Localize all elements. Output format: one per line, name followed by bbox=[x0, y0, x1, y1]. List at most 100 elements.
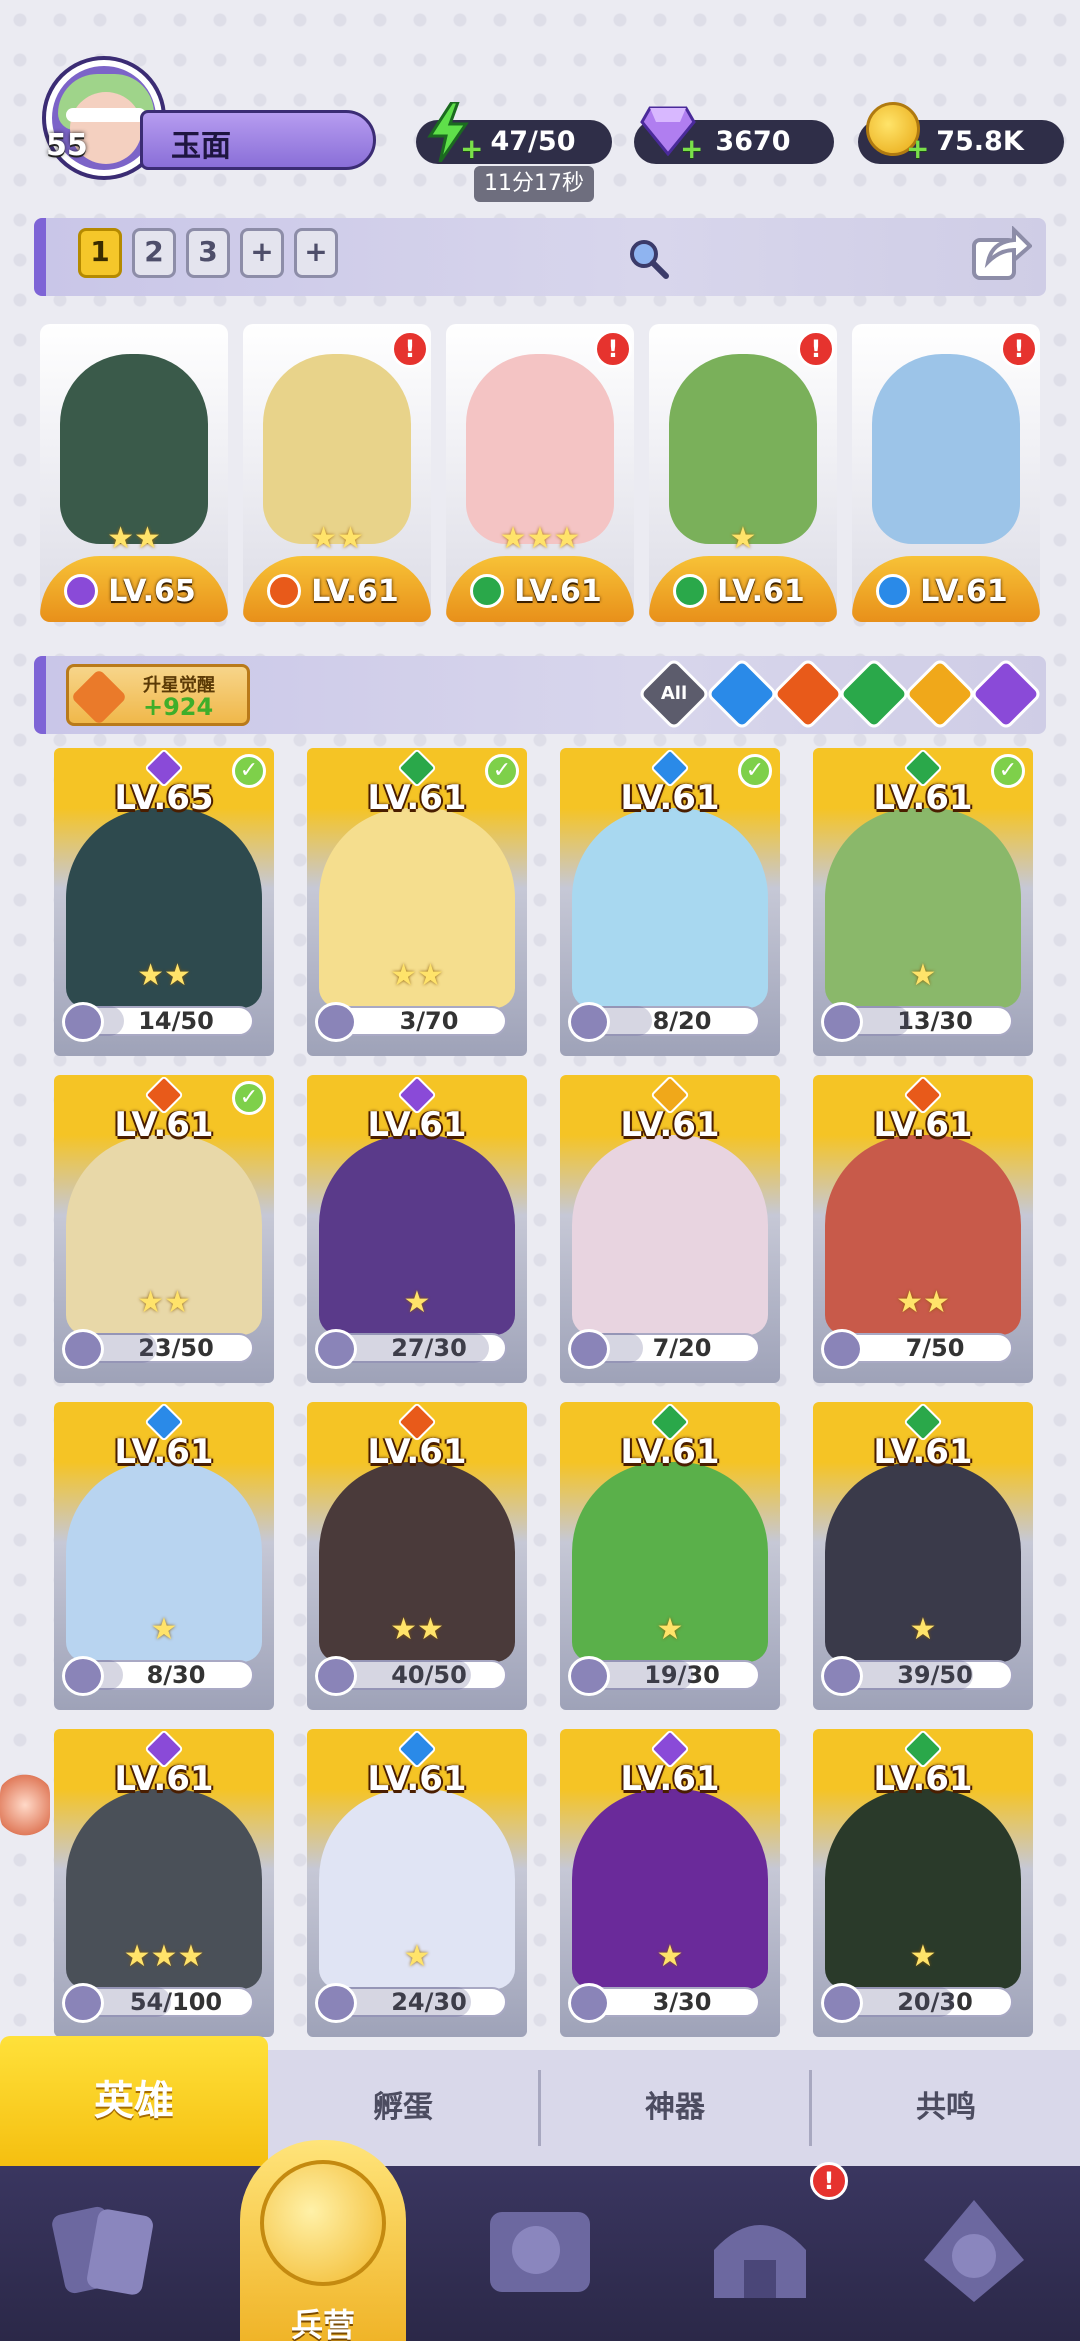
map-icon[interactable] bbox=[480, 2190, 600, 2310]
hero-portrait bbox=[872, 354, 1020, 544]
hero-stars: ★★ bbox=[390, 1612, 444, 1647]
team-hero-card[interactable]: ★★ LV.65 bbox=[40, 324, 228, 622]
team-tab-2[interactable]: 2 bbox=[132, 228, 176, 278]
element-nature-icon bbox=[673, 574, 707, 608]
hero-card[interactable]: LV.61 ★ 24/30 bbox=[307, 1729, 527, 2037]
shard-icon bbox=[821, 1983, 863, 2023]
team-hero-card[interactable]: ★ LV.61 bbox=[649, 324, 837, 622]
team-hero-card[interactable]: LV.61 bbox=[852, 324, 1040, 622]
hero-card[interactable]: ✓ LV.61 ★ 13/30 bbox=[813, 748, 1033, 1056]
shard-icon bbox=[821, 1656, 863, 1696]
hero-card[interactable]: ✓ LV.65 ★★ 14/50 bbox=[54, 748, 274, 1056]
search-icon[interactable] bbox=[626, 236, 670, 280]
shard-icon bbox=[315, 1656, 357, 1696]
gem-add-icon[interactable]: + bbox=[680, 135, 703, 163]
team-tab-add-2[interactable]: + bbox=[294, 228, 338, 278]
hero-card[interactable]: LV.61 7/20 bbox=[560, 1075, 780, 1383]
shard-icon bbox=[62, 1002, 104, 1042]
hero-card[interactable]: LV.61 ★★ 40/50 bbox=[307, 1402, 527, 1710]
hero-card[interactable]: ✓ LV.61 8/20 bbox=[560, 748, 780, 1056]
team-tab-add-1[interactable]: + bbox=[240, 228, 284, 278]
hero-stars: ★ bbox=[729, 521, 757, 556]
element-water-icon bbox=[876, 574, 910, 608]
hero-level: LV.61 bbox=[114, 1105, 214, 1145]
hero-level: LV.61 bbox=[367, 1105, 467, 1145]
hero-stars: ★ bbox=[150, 1612, 178, 1647]
hero-level: LV.61 bbox=[620, 778, 720, 818]
hero-portrait bbox=[466, 354, 614, 544]
shard-icon bbox=[315, 1983, 357, 2023]
hero-level: LV.61 bbox=[873, 1432, 973, 1472]
sword-icon bbox=[70, 668, 128, 726]
shard-icon bbox=[62, 1983, 104, 2023]
team-hero-card[interactable]: ★★ LV.61 bbox=[243, 324, 431, 622]
hero-stars: ★ bbox=[656, 1612, 684, 1647]
tab-artifact[interactable]: 神器 bbox=[541, 2050, 809, 2166]
awaken-count: +924 bbox=[143, 693, 214, 721]
shard-icon bbox=[568, 1656, 610, 1696]
hero-card[interactable]: ✓ LV.61 ★★ 23/50 bbox=[54, 1075, 274, 1383]
hero-level: LV.61 bbox=[873, 1105, 973, 1145]
tab-heroes[interactable]: 英雄 bbox=[0, 2036, 268, 2166]
gold-add-icon[interactable]: + bbox=[906, 135, 929, 163]
hero-card[interactable]: LV.61 ★★ 7/50 bbox=[813, 1075, 1033, 1383]
team-tab-3[interactable]: 3 bbox=[186, 228, 230, 278]
alert-badge: ! bbox=[391, 330, 429, 368]
alert-badge: ! bbox=[1000, 330, 1038, 368]
hero-stars: ★ bbox=[909, 958, 937, 993]
shard-icon bbox=[62, 1656, 104, 1696]
hero-portrait bbox=[60, 354, 208, 544]
floating-pet-icon[interactable] bbox=[0, 1770, 50, 1840]
energy-add-icon[interactable]: + bbox=[460, 135, 483, 163]
avatar-headband bbox=[66, 108, 146, 122]
hero-level: LV.65 bbox=[114, 778, 214, 818]
star-awaken-button[interactable]: 升星觉醒 +924 bbox=[66, 664, 250, 726]
hero-portrait bbox=[572, 1135, 768, 1335]
hero-card[interactable]: LV.61 ★ 19/30 bbox=[560, 1402, 780, 1710]
hero-level: LV.61 bbox=[114, 1759, 214, 1799]
hero-stars: ★★ bbox=[390, 958, 444, 993]
shard-icon bbox=[568, 1002, 610, 1042]
guild-icon[interactable] bbox=[914, 2190, 1034, 2310]
hero-stars: ★★ bbox=[107, 521, 161, 556]
player-name-bar[interactable]: 玉面 bbox=[140, 110, 376, 170]
team-tab-1[interactable]: 1 bbox=[78, 228, 122, 278]
hero-stars: ★ bbox=[656, 1939, 684, 1974]
shard-icon bbox=[821, 1002, 863, 1042]
hero-level: LV.61 bbox=[367, 1432, 467, 1472]
player-level: 55 bbox=[46, 128, 88, 163]
element-fire-icon bbox=[267, 574, 301, 608]
hero-stars: ★★ bbox=[137, 1285, 191, 1320]
tab-resonance[interactable]: 共鸣 bbox=[812, 2050, 1080, 2166]
barracks-icon bbox=[260, 2160, 386, 2286]
hero-card[interactable]: LV.61 ★ 39/50 bbox=[813, 1402, 1033, 1710]
element-dark-icon bbox=[64, 574, 98, 608]
shard-icon bbox=[568, 1983, 610, 2023]
hero-stars: ★★★ bbox=[123, 1939, 205, 1974]
cards-icon[interactable] bbox=[44, 2190, 164, 2310]
alert-badge: ! bbox=[594, 330, 632, 368]
hero-stars: ★ bbox=[403, 1939, 431, 1974]
player-name: 玉面 bbox=[171, 129, 231, 164]
hero-card[interactable]: LV.61 ★ 27/30 bbox=[307, 1075, 527, 1383]
hero-level: LV.61 bbox=[873, 1759, 973, 1799]
shard-icon bbox=[315, 1002, 357, 1042]
hero-card[interactable]: LV.61 ★ 20/30 bbox=[813, 1729, 1033, 2037]
share-icon[interactable] bbox=[970, 226, 1032, 282]
hero-stars: ★ bbox=[909, 1612, 937, 1647]
hero-card[interactable]: ✓ LV.61 ★★ 3/70 bbox=[307, 748, 527, 1056]
hero-portrait bbox=[669, 354, 817, 544]
hero-level: LV.61 bbox=[620, 1432, 720, 1472]
hero-portrait bbox=[263, 354, 411, 544]
hero-card[interactable]: LV.61 ★ 3/30 bbox=[560, 1729, 780, 2037]
shard-icon bbox=[315, 1329, 357, 1369]
hero-level: LV.61 bbox=[620, 1759, 720, 1799]
hero-card[interactable]: LV.61 ★ 8/30 bbox=[54, 1402, 274, 1710]
team-hero-card[interactable]: ★★★ LV.61 bbox=[446, 324, 634, 622]
hero-card[interactable]: LV.61 ★★★ 54/100 bbox=[54, 1729, 274, 2037]
hero-level: LV.61 bbox=[367, 1759, 467, 1799]
alert-badge: ! bbox=[797, 330, 835, 368]
hero-stars: ★ bbox=[909, 1939, 937, 1974]
hero-stars: ★★ bbox=[896, 1285, 950, 1320]
shop-icon[interactable] bbox=[700, 2190, 820, 2310]
